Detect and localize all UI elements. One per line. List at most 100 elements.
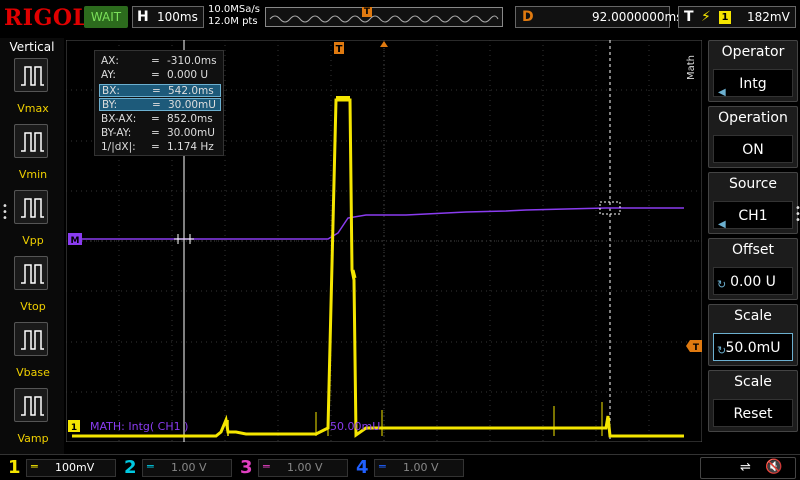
memory-trigger-marker: T bbox=[362, 7, 372, 17]
menu-value: Intg ◀ bbox=[713, 69, 793, 98]
cursor-key: AX: bbox=[101, 55, 119, 67]
measure-vpp-button[interactable]: Vpp bbox=[10, 188, 56, 250]
menu-title: Operator bbox=[721, 44, 785, 60]
measure-vmin-button[interactable]: Vmin bbox=[10, 122, 56, 184]
channel-settings-box: ═ 1.00 V bbox=[142, 459, 232, 477]
math-channel-label: MATH: Intg( CH1 ) bbox=[90, 420, 188, 433]
cursor-value: 1.174 Hz bbox=[167, 141, 214, 154]
menu-scale-button[interactable]: Scale 50.0mU ↻ bbox=[708, 304, 798, 366]
speaker-muted-icon[interactable]: 🔇 bbox=[765, 459, 782, 475]
run-status-badge[interactable]: WAIT bbox=[84, 6, 128, 28]
measurement-category-title: Vertical bbox=[9, 40, 55, 54]
menu-offset-button[interactable]: Offset 0.00 U ↻ bbox=[708, 238, 798, 300]
timebase-value: 100ms bbox=[157, 10, 198, 24]
measure-waveform-icon bbox=[14, 124, 48, 158]
horizontal-delay-control[interactable]: D 92.0000000ms bbox=[515, 6, 682, 28]
cursor-key: BY-AY: bbox=[101, 127, 132, 139]
cursor-value: 852.0ms bbox=[167, 112, 213, 125]
cursor-equals: = bbox=[152, 84, 161, 97]
measure-label: Vtop bbox=[20, 300, 46, 313]
channel-3-status[interactable]: 3 ═ 1.00 V bbox=[236, 457, 350, 479]
measure-label: Vmin bbox=[18, 168, 48, 181]
math-menu-panel: Operator Intg ◀ Operation ON Source CH1 ◀ Offset… bbox=[704, 38, 800, 454]
channel-scale: 100mV bbox=[55, 461, 95, 474]
more-menu-indicator: ••• bbox=[795, 204, 800, 226]
channel-number: 4 bbox=[356, 457, 369, 478]
cursor-value: 542.0ms bbox=[168, 84, 214, 97]
math-offset-label: M bbox=[71, 236, 80, 246]
measure-waveform-icon bbox=[14, 322, 48, 356]
usb-icon: ⇌ bbox=[740, 460, 751, 475]
menu-value: 50.0mU ↻ bbox=[713, 333, 793, 361]
channel-scale: 1.00 V bbox=[403, 461, 439, 474]
trigger-label: T bbox=[684, 9, 694, 25]
channel-status-bar: ⇌ 🔇 1 ═ 100mV 2 ═ 1.00 V 3 ═ 1.00 V 4 ═ 1.00 V bbox=[0, 454, 800, 480]
menu-value: ON bbox=[713, 135, 793, 163]
cursor-key: BX-AX: bbox=[101, 112, 137, 125]
measure-vamp-button[interactable]: Vamp bbox=[10, 386, 56, 448]
trigger-source-badge: 1 bbox=[719, 11, 731, 24]
cursor-equals: = bbox=[151, 127, 160, 139]
brand-logo: RIGOL bbox=[4, 5, 89, 31]
menu-side-label: Math bbox=[686, 54, 697, 80]
measure-label: Vamp bbox=[17, 432, 49, 445]
option-arrow-icon: ◀ bbox=[718, 219, 726, 230]
trigger-level-value: 182mV bbox=[747, 10, 790, 24]
measure-waveform-icon bbox=[14, 190, 48, 224]
menu-source-button[interactable]: Source CH1 ◀ bbox=[708, 172, 798, 234]
menu-value: 0.00 U ↻ bbox=[713, 267, 793, 295]
coupling-icon: ═ bbox=[263, 460, 270, 473]
measure-waveform-icon bbox=[14, 256, 48, 290]
cursor-readout-panel: AX: = -310.0ms AY: = 0.000 U BX: = 542.0ms BY: = 30… bbox=[94, 50, 224, 156]
cursor-key: AY: bbox=[101, 69, 116, 82]
cursor-equals: = bbox=[152, 99, 161, 112]
measure-label: Vbase bbox=[16, 366, 50, 379]
multifunction-knob-icon: ↻ bbox=[717, 278, 727, 291]
cursor-value: 0.000 U bbox=[167, 69, 209, 82]
math-scale-label: 50.00mU bbox=[330, 420, 380, 433]
channel-4-status[interactable]: 4 ═ 1.00 V bbox=[352, 457, 466, 479]
channel-scale: 1.00 V bbox=[287, 461, 323, 474]
channel-scale: 1.00 V bbox=[171, 461, 207, 474]
cursor-equals: = bbox=[151, 141, 160, 154]
channel-settings-box: ═ 1.00 V bbox=[258, 459, 348, 477]
menu-title: Offset bbox=[731, 242, 775, 258]
coupling-icon: ═ bbox=[31, 460, 38, 473]
cursor-equals: = bbox=[151, 112, 160, 125]
cursor-row: BY: = 30.00mU bbox=[99, 98, 221, 112]
cursor-row: BX: = 542.0ms bbox=[99, 83, 221, 97]
channel-2-status[interactable]: 2 ═ 1.00 V bbox=[120, 457, 234, 479]
measure-label: Vmax bbox=[17, 102, 49, 115]
measure-vmax-button[interactable]: Vmax bbox=[10, 56, 56, 118]
coupling-icon: ═ bbox=[379, 460, 386, 473]
cursor-key: BY: bbox=[102, 99, 118, 112]
measure-vtop-button[interactable]: Vtop bbox=[10, 254, 56, 316]
trigger-control[interactable]: T ⚡ 1 182mV bbox=[678, 6, 796, 28]
menu-value: CH1 ◀ bbox=[713, 201, 793, 230]
cursor-row: AY: = 0.000 U bbox=[99, 69, 221, 82]
menu-scale-button[interactable]: Scale Reset bbox=[708, 370, 798, 432]
cursor-key: 1/|dX|: bbox=[101, 141, 136, 154]
rising-edge-icon: ⚡ bbox=[701, 9, 711, 25]
menu-operator-button[interactable]: Operator Intg ◀ bbox=[708, 40, 798, 102]
sample-rate: 10.0MSa/s bbox=[208, 4, 260, 15]
channel-1-status[interactable]: 1 ═ 100mV bbox=[4, 457, 118, 479]
measure-vbase-button[interactable]: Vbase bbox=[10, 320, 56, 382]
menu-operation-button[interactable]: Operation ON bbox=[708, 106, 798, 168]
measure-waveform-icon bbox=[14, 388, 48, 422]
cursor-row: 1/|dX|: = 1.174 Hz bbox=[99, 141, 221, 154]
memory-waveform-overview[interactable] bbox=[265, 7, 503, 27]
cursor-value: 30.00mU bbox=[167, 127, 215, 139]
multifunction-knob-icon: ↻ bbox=[717, 344, 727, 357]
measure-label: Vpp bbox=[22, 234, 44, 247]
cursor-equals: = bbox=[151, 69, 160, 82]
cursor-row: AX: = -310.0ms bbox=[99, 55, 221, 68]
channel-number: 3 bbox=[240, 457, 253, 478]
cursor-value: 30.00mU bbox=[168, 99, 216, 112]
cursor-row: BY-AY: = 30.00mU bbox=[99, 127, 221, 140]
cursor-key: BX: bbox=[102, 84, 120, 97]
acquisition-info: 10.0MSa/s 12.0M pts bbox=[208, 4, 260, 28]
timebase-label: H bbox=[137, 9, 149, 25]
delay-label: D bbox=[522, 9, 534, 25]
timebase-control[interactable]: H 100ms bbox=[132, 6, 204, 28]
